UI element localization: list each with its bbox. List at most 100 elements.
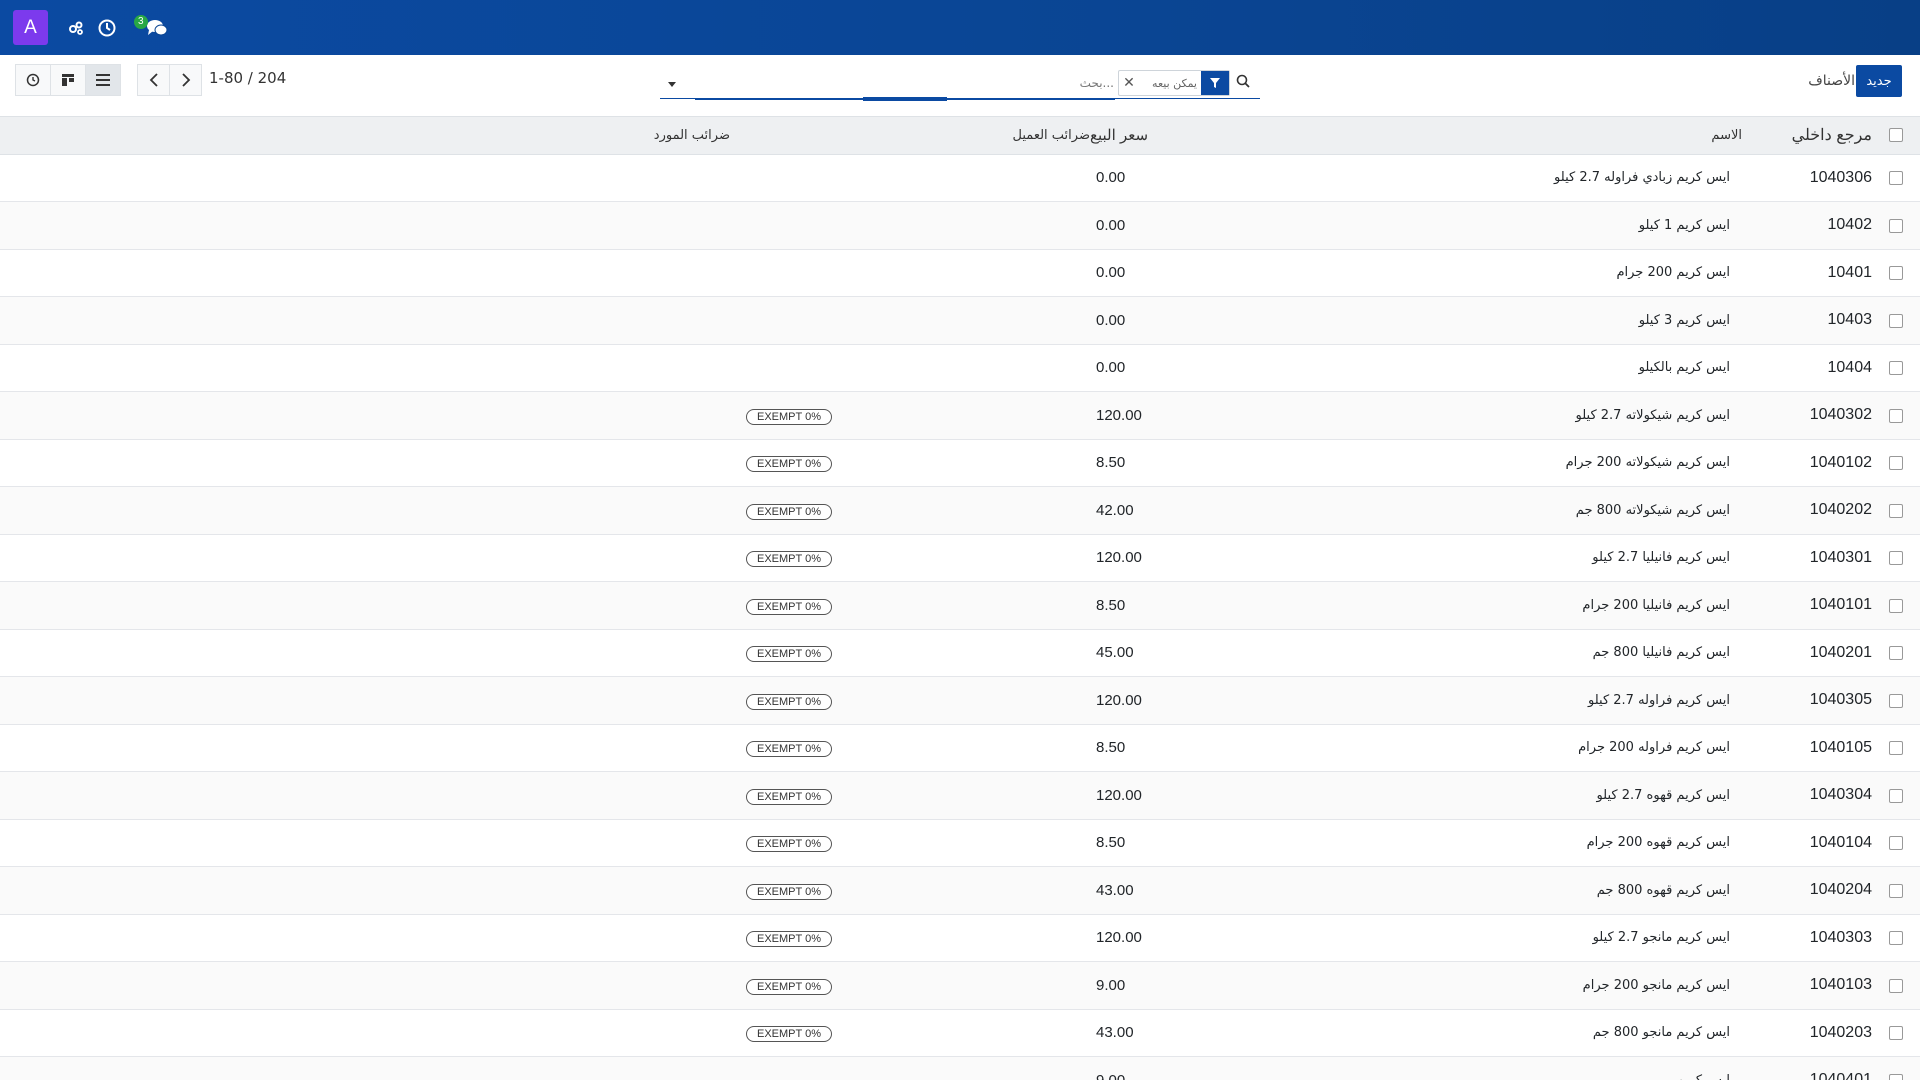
row-checkbox-cell[interactable] <box>1872 344 1920 392</box>
select-all-checkbox-cell[interactable] <box>1872 117 1920 155</box>
table-row[interactable]: 10402 ايس كريم 1 كيلو 0.00 <box>0 201 1920 250</box>
row-checkbox-cell[interactable] <box>1872 724 1920 772</box>
column-name[interactable]: الاسم <box>1322 117 1742 155</box>
row-checkbox[interactable] <box>1889 408 1903 423</box>
table-row[interactable]: 10404 ايس كريم بالكيلو 0.00 <box>0 344 1920 392</box>
column-vendor-taxes[interactable]: ضرائب المورد <box>0 117 730 155</box>
row-checkbox[interactable] <box>1889 836 1903 851</box>
row-checkbox[interactable] <box>1889 883 1903 898</box>
tax-tag: EXEMPT 0% <box>746 408 832 425</box>
cell-name: ايس كريم مانجو 800 جم <box>1322 1009 1742 1057</box>
search-icon[interactable] <box>1236 73 1254 91</box>
row-checkbox[interactable] <box>1889 693 1903 708</box>
cell-vendor-taxes <box>0 914 730 962</box>
table-row[interactable]: 1040104 ايس كريم قهوه 200 جرام 8.50 EXEMPT … <box>0 819 1920 867</box>
table-row[interactable]: 1040303 ايس كريم مانجو 2.7 كيلو 120.00 EXEM… <box>0 914 1920 962</box>
kanban-view-icon[interactable] <box>50 65 85 95</box>
row-checkbox[interactable] <box>1889 931 1903 946</box>
row-checkbox-cell[interactable] <box>1872 534 1920 582</box>
tools-icon[interactable] <box>64 16 88 40</box>
table-row[interactable]: 1040302 ايس كريم شيكولاته 2.7 كيلو 120.00 E… <box>0 391 1920 440</box>
table-row[interactable]: 10401 ايس كريم 200 جرام 0.00 <box>0 249 1920 297</box>
column-price[interactable]: سعر البيع <box>1090 117 1322 155</box>
column-ref[interactable]: مرجع داخلي <box>1742 117 1872 155</box>
search-facet[interactable]: يمكن بيعه ✕ <box>1118 70 1230 96</box>
search-input[interactable] <box>694 71 1114 95</box>
cell-price-text: 120.00 <box>1096 406 1142 424</box>
table-row[interactable]: 1040203 ايس كريم مانجو 800 جم 43.00 EXEMPT … <box>0 1009 1920 1057</box>
table-row[interactable]: 10403 ايس كريم 3 كيلو 0.00 <box>0 296 1920 345</box>
chevron-left-icon[interactable] <box>138 65 169 95</box>
cell-ref: 1040101 <box>1809 596 1872 614</box>
row-checkbox-cell[interactable] <box>1872 914 1920 962</box>
pager-value[interactable]: 1-80 / 204 <box>209 69 286 87</box>
table-row[interactable]: 1040301 ايس كريم فانيليا 2.7 كيلو 120.00 EX… <box>0 534 1920 582</box>
chevron-right-icon[interactable] <box>169 65 201 95</box>
table-row[interactable]: 1040401 ايس كريم ... 9.00 <box>0 1056 1920 1080</box>
table-row[interactable]: 1040202 ايس كريم شيكولاته 800 جم 42.00 EXEM… <box>0 486 1920 535</box>
row-checkbox[interactable] <box>1889 266 1903 281</box>
row-checkbox-cell[interactable] <box>1872 582 1920 630</box>
row-checkbox-cell[interactable] <box>1872 297 1920 345</box>
row-checkbox[interactable] <box>1889 171 1903 186</box>
list-view-icon[interactable] <box>85 65 120 95</box>
row-checkbox-cell[interactable] <box>1872 772 1920 820</box>
cell-name-text: ايس كريم 1 كيلو <box>1638 217 1730 233</box>
close-icon[interactable]: ✕ <box>1119 71 1139 95</box>
tax-tag: EXEMPT 0% <box>746 883 832 900</box>
row-checkbox[interactable] <box>1889 456 1903 471</box>
cell-ref: 1040102 <box>1809 453 1872 471</box>
cell-price: 0.00 <box>1090 154 1322 202</box>
cell-price-text: 9.00 <box>1096 1072 1316 1080</box>
cell-customer-taxes: EXEMPT 0% <box>730 392 1090 440</box>
row-checkbox-cell[interactable] <box>1872 249 1920 297</box>
row-checkbox-cell[interactable] <box>1872 487 1920 535</box>
table-row[interactable]: 1040101 ايس كريم فانيليا 200 جرام 8.50 EXEM… <box>0 581 1920 630</box>
clock-icon[interactable] <box>95 16 119 40</box>
row-checkbox[interactable] <box>1889 646 1903 661</box>
row-checkbox-cell[interactable] <box>1872 392 1920 440</box>
row-checkbox[interactable] <box>1889 1026 1903 1041</box>
table-row[interactable]: 1040204 ايس كريم قهوه 800 جم 43.00 EXEMPT 0… <box>0 866 1920 915</box>
row-checkbox-cell[interactable] <box>1872 154 1920 202</box>
cell-price-text: 42.00 <box>1096 501 1134 519</box>
row-checkbox[interactable] <box>1889 503 1903 518</box>
table-row[interactable]: 1040201 ايس كريم فانيليا 800 جم 45.00 EXEMP… <box>0 629 1920 677</box>
table-row[interactable]: 1040105 ايس كريم فراوله 200 جرام 8.50 EXEMP… <box>0 724 1920 772</box>
row-checkbox-cell[interactable] <box>1872 677 1920 725</box>
cell-ref: 1040105 <box>1809 738 1872 756</box>
row-checkbox[interactable] <box>1889 1073 1903 1080</box>
row-checkbox-cell[interactable] <box>1872 1009 1920 1057</box>
row-checkbox[interactable] <box>1889 218 1903 233</box>
row-checkbox-cell[interactable] <box>1872 202 1920 250</box>
table-row[interactable]: 1040102 ايس كريم شيكولاته 200 جرام 8.50 EXE… <box>0 439 1920 487</box>
row-checkbox-cell[interactable] <box>1872 629 1920 677</box>
row-checkbox[interactable] <box>1889 551 1903 566</box>
row-checkbox-cell[interactable] <box>1872 439 1920 487</box>
table-row[interactable]: 1040306 ايس كريم زبادي فراوله 2.7 كيلو 0.0… <box>0 154 1920 202</box>
chevron-down-icon[interactable] <box>666 75 680 89</box>
row-checkbox-cell[interactable] <box>1872 1057 1920 1080</box>
row-checkbox-cell[interactable] <box>1872 819 1920 867</box>
new-button[interactable]: جديد <box>1856 65 1902 97</box>
activity-view-icon[interactable] <box>16 65 50 95</box>
row-checkbox[interactable] <box>1889 788 1903 803</box>
cell-price-text: 43.00 <box>1096 1024 1134 1042</box>
row-checkbox-cell[interactable] <box>1872 867 1920 915</box>
cell-price-text: 0.00 <box>1096 264 1126 282</box>
chat-icon[interactable] <box>145 16 169 40</box>
tax-tag: EXEMPT 0% <box>746 978 832 995</box>
table-row[interactable]: 1040103 ايس كريم مانجو 200 جرام 9.00 EXEMPT… <box>0 961 1920 1010</box>
row-checkbox[interactable] <box>1889 741 1903 756</box>
cell-price: 8.50 <box>1090 819 1322 867</box>
row-checkbox[interactable] <box>1889 978 1903 993</box>
row-checkbox[interactable] <box>1889 313 1903 328</box>
user-avatar[interactable]: A <box>13 10 48 45</box>
row-checkbox-cell[interactable] <box>1872 962 1920 1010</box>
select-all-checkbox[interactable] <box>1889 128 1903 143</box>
row-checkbox[interactable] <box>1889 598 1903 613</box>
table-row[interactable]: 1040304 ايس كريم قهوه 2.7 كيلو 120.00 EXEMP… <box>0 771 1920 820</box>
column-customer-taxes[interactable]: ضرائب العميل <box>730 117 1090 155</box>
table-row[interactable]: 1040305 ايس كريم فراوله 2.7 كيلو 120.00 EXE… <box>0 676 1920 725</box>
row-checkbox[interactable] <box>1889 361 1903 376</box>
